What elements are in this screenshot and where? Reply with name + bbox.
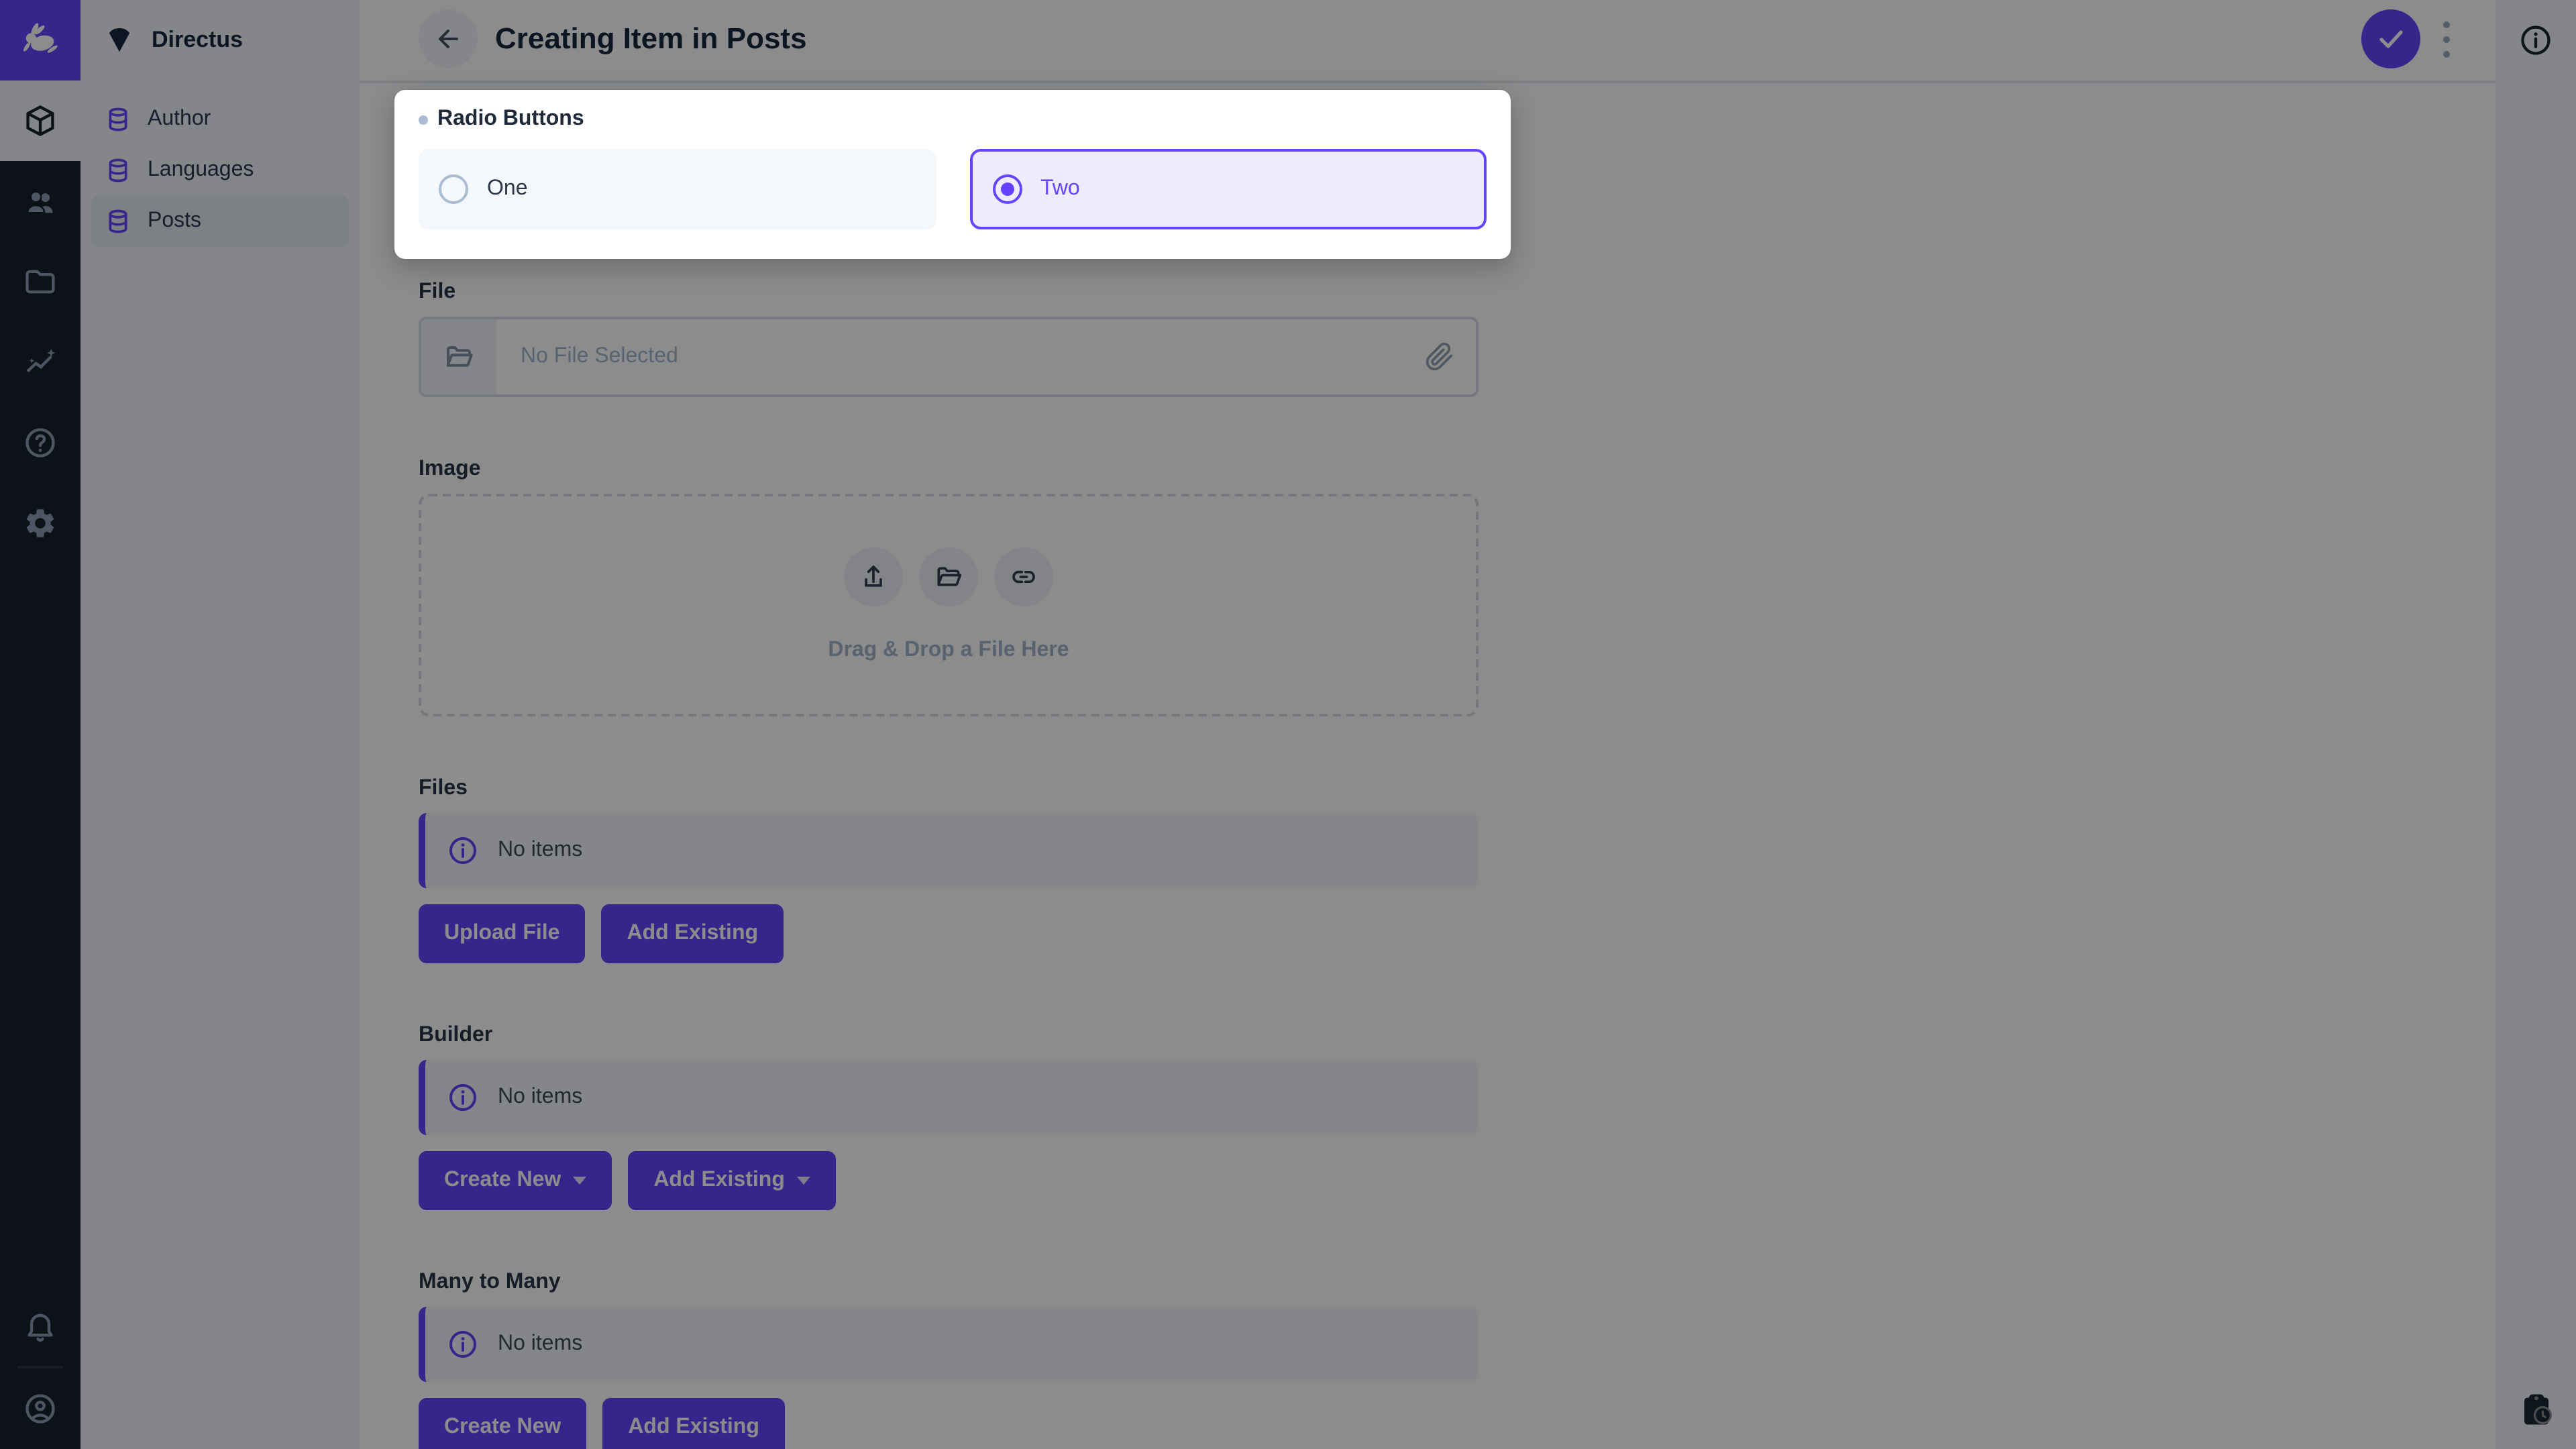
field-label: Radio Buttons: [419, 107, 1487, 131]
radio-buttons-field-card: Radio Buttons One Two: [394, 90, 1511, 259]
radio-option-label: One: [487, 177, 528, 201]
radio-checked-icon[interactable]: [992, 174, 1022, 204]
radio-option-two[interactable]: Two: [969, 149, 1487, 229]
radio-option-one[interactable]: One: [419, 149, 936, 229]
radio-unchecked-icon[interactable]: [439, 174, 468, 204]
edited-indicator-dot: [419, 115, 428, 124]
radio-option-label: Two: [1040, 177, 1080, 201]
field-label-text: Radio Buttons: [437, 107, 584, 131]
app-window: Directus Author Languages Posts: [0, 0, 2576, 1449]
radio-options: One Two: [419, 149, 1487, 229]
